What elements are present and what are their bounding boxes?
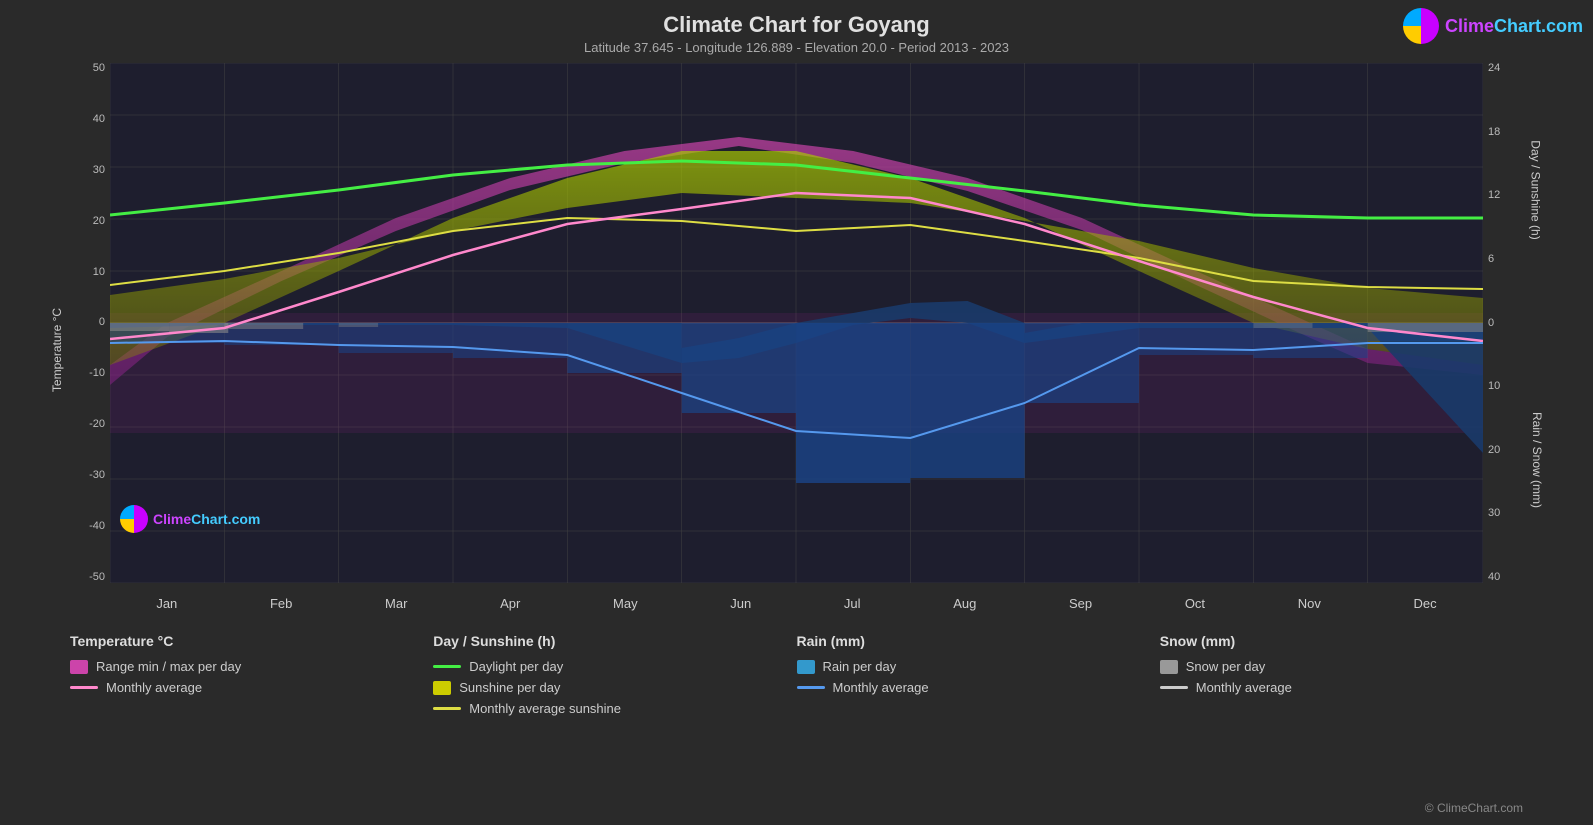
chart-wrapper: Temperature °C Day / Sunshine (h) Rain /… — [60, 63, 1533, 623]
rain-bar-apr — [453, 323, 567, 358]
y-axis-right: 24 18 12 6 0 10 20 30 40 — [1483, 63, 1533, 583]
title-area: Climate Chart for Goyang Latitude 37.645… — [0, 0, 1593, 55]
rain-bar-nov — [1253, 323, 1367, 358]
legend-rain-avg-label: Monthly average — [833, 680, 929, 695]
legend-sunshine: Day / Sunshine (h) Daylight per day Suns… — [433, 633, 796, 716]
legend-rain-avg-line — [797, 686, 825, 689]
logo-top-right: ClimeChart.com — [1403, 8, 1583, 44]
chart-subtitle: Latitude 37.645 - Longitude 126.889 - El… — [0, 40, 1593, 55]
y-left-n20: -20 — [89, 419, 105, 430]
y-left-n30: -30 — [89, 470, 105, 481]
y-left-0: 0 — [99, 317, 105, 328]
legend-temp-avg-line — [70, 686, 98, 689]
legend-temp-avg: Monthly average — [70, 680, 433, 695]
x-month-oct: Oct — [1185, 596, 1205, 611]
chart-title: Climate Chart for Goyang — [0, 12, 1593, 38]
legend-snow-avg-line — [1160, 686, 1188, 689]
rain-bar-mar — [339, 323, 453, 353]
snow-bar-jan — [110, 323, 169, 331]
legend-temp-title: Temperature °C — [70, 633, 433, 649]
legend-sunshine-avg-line — [433, 707, 461, 710]
legend-area: Temperature °C Range min / max per day M… — [0, 623, 1593, 726]
legend-sunshine-bar: Sunshine per day — [433, 680, 796, 695]
legend-snow-swatch — [1160, 660, 1178, 674]
y-left-n40: -40 — [89, 521, 105, 532]
legend-sunshine-title: Day / Sunshine (h) — [433, 633, 796, 649]
x-month-aug: Aug — [953, 596, 976, 611]
y-right-40: 40 — [1488, 572, 1500, 583]
x-month-may: May — [613, 596, 638, 611]
legend-sunshine-avg-label: Monthly average sunshine — [469, 701, 621, 716]
rain-bar-may — [567, 323, 681, 373]
y-left-10: 10 — [93, 267, 105, 278]
x-month-apr: Apr — [500, 596, 520, 611]
logo-clime: Clime — [1445, 16, 1494, 36]
y-axis-left: 50 40 30 20 10 0 -10 -20 -30 -40 -50 — [60, 63, 110, 583]
y-left-n50: -50 — [89, 572, 105, 583]
legend-temp-range-label: Range min / max per day — [96, 659, 241, 674]
legend-snow-bar: Snow per day — [1160, 659, 1523, 674]
logo-text-bottom: ClimeChart.com — [153, 511, 260, 527]
y-left-20: 20 — [93, 216, 105, 227]
y-right-20: 20 — [1488, 445, 1500, 456]
y-right-0: 0 — [1488, 318, 1494, 329]
x-month-nov: Nov — [1298, 596, 1321, 611]
y-right-12: 12 — [1488, 190, 1500, 201]
legend-sunshine-swatch — [433, 681, 451, 695]
legend-snow-avg-label: Monthly average — [1196, 680, 1292, 695]
legend-rain-avg: Monthly average — [797, 680, 1160, 695]
rain-bar-jul — [796, 323, 910, 483]
x-month-sep: Sep — [1069, 596, 1092, 611]
legend-temp-range: Range min / max per day — [70, 659, 433, 674]
x-month-jun: Jun — [730, 596, 751, 611]
legend-sunshine-bar-label: Sunshine per day — [459, 680, 560, 695]
logo-chart: Chart.com — [1494, 16, 1583, 36]
chart-svg — [110, 63, 1483, 583]
y-right-6: 6 — [1488, 254, 1494, 265]
y-right-30: 30 — [1488, 508, 1500, 519]
x-month-feb: Feb — [270, 596, 292, 611]
legend-daylight-label: Daylight per day — [469, 659, 563, 674]
logo-icon-bottom — [120, 505, 148, 533]
legend-rain-swatch — [797, 660, 815, 674]
legend-temp-avg-label: Monthly average — [106, 680, 202, 695]
logo-text-top: ClimeChart.com — [1445, 16, 1583, 37]
chart-area: ClimeChart.com — [110, 63, 1483, 583]
legend-rain: Rain (mm) Rain per day Monthly average — [797, 633, 1160, 716]
legend-rain-bar-label: Rain per day — [823, 659, 897, 674]
y-right-18: 18 — [1488, 127, 1500, 138]
legend-rain-title: Rain (mm) — [797, 633, 1160, 649]
y-left-30: 30 — [93, 165, 105, 176]
x-month-jul: Jul — [844, 596, 861, 611]
y-left-40: 40 — [93, 114, 105, 125]
logo-bottom-left: ClimeChart.com — [120, 505, 260, 533]
legend-temp-range-swatch — [70, 660, 88, 674]
x-axis: Jan Feb Mar Apr May Jun Jul Aug Sep Oct … — [110, 583, 1483, 623]
rain-bar-aug — [910, 323, 1024, 478]
legend-snow: Snow (mm) Snow per day Monthly average — [1160, 633, 1523, 716]
legend-rain-bar: Rain per day — [797, 659, 1160, 674]
rain-bar-sep — [1025, 323, 1139, 403]
legend-snow-bar-label: Snow per day — [1186, 659, 1266, 674]
legend-daylight-line — [433, 665, 461, 668]
snow-bar-nov — [1253, 323, 1312, 328]
legend-snow-title: Snow (mm) — [1160, 633, 1523, 649]
main-container: Climate Chart for Goyang Latitude 37.645… — [0, 0, 1593, 825]
legend-temperature: Temperature °C Range min / max per day M… — [70, 633, 433, 716]
x-month-jan: Jan — [156, 596, 177, 611]
copyright: © ClimeChart.com — [1425, 801, 1523, 815]
legend-snow-avg: Monthly average — [1160, 680, 1523, 695]
logo-icon-top — [1403, 8, 1439, 44]
x-month-dec: Dec — [1414, 596, 1437, 611]
legend-sunshine-avg: Monthly average sunshine — [433, 701, 796, 716]
y-left-50: 50 — [93, 63, 105, 74]
y-right-10: 10 — [1488, 381, 1500, 392]
y-right-24: 24 — [1488, 63, 1500, 74]
snow-bar-mar — [339, 323, 378, 327]
legend-daylight: Daylight per day — [433, 659, 796, 674]
y-left-n10: -10 — [89, 368, 105, 379]
x-month-mar: Mar — [385, 596, 407, 611]
